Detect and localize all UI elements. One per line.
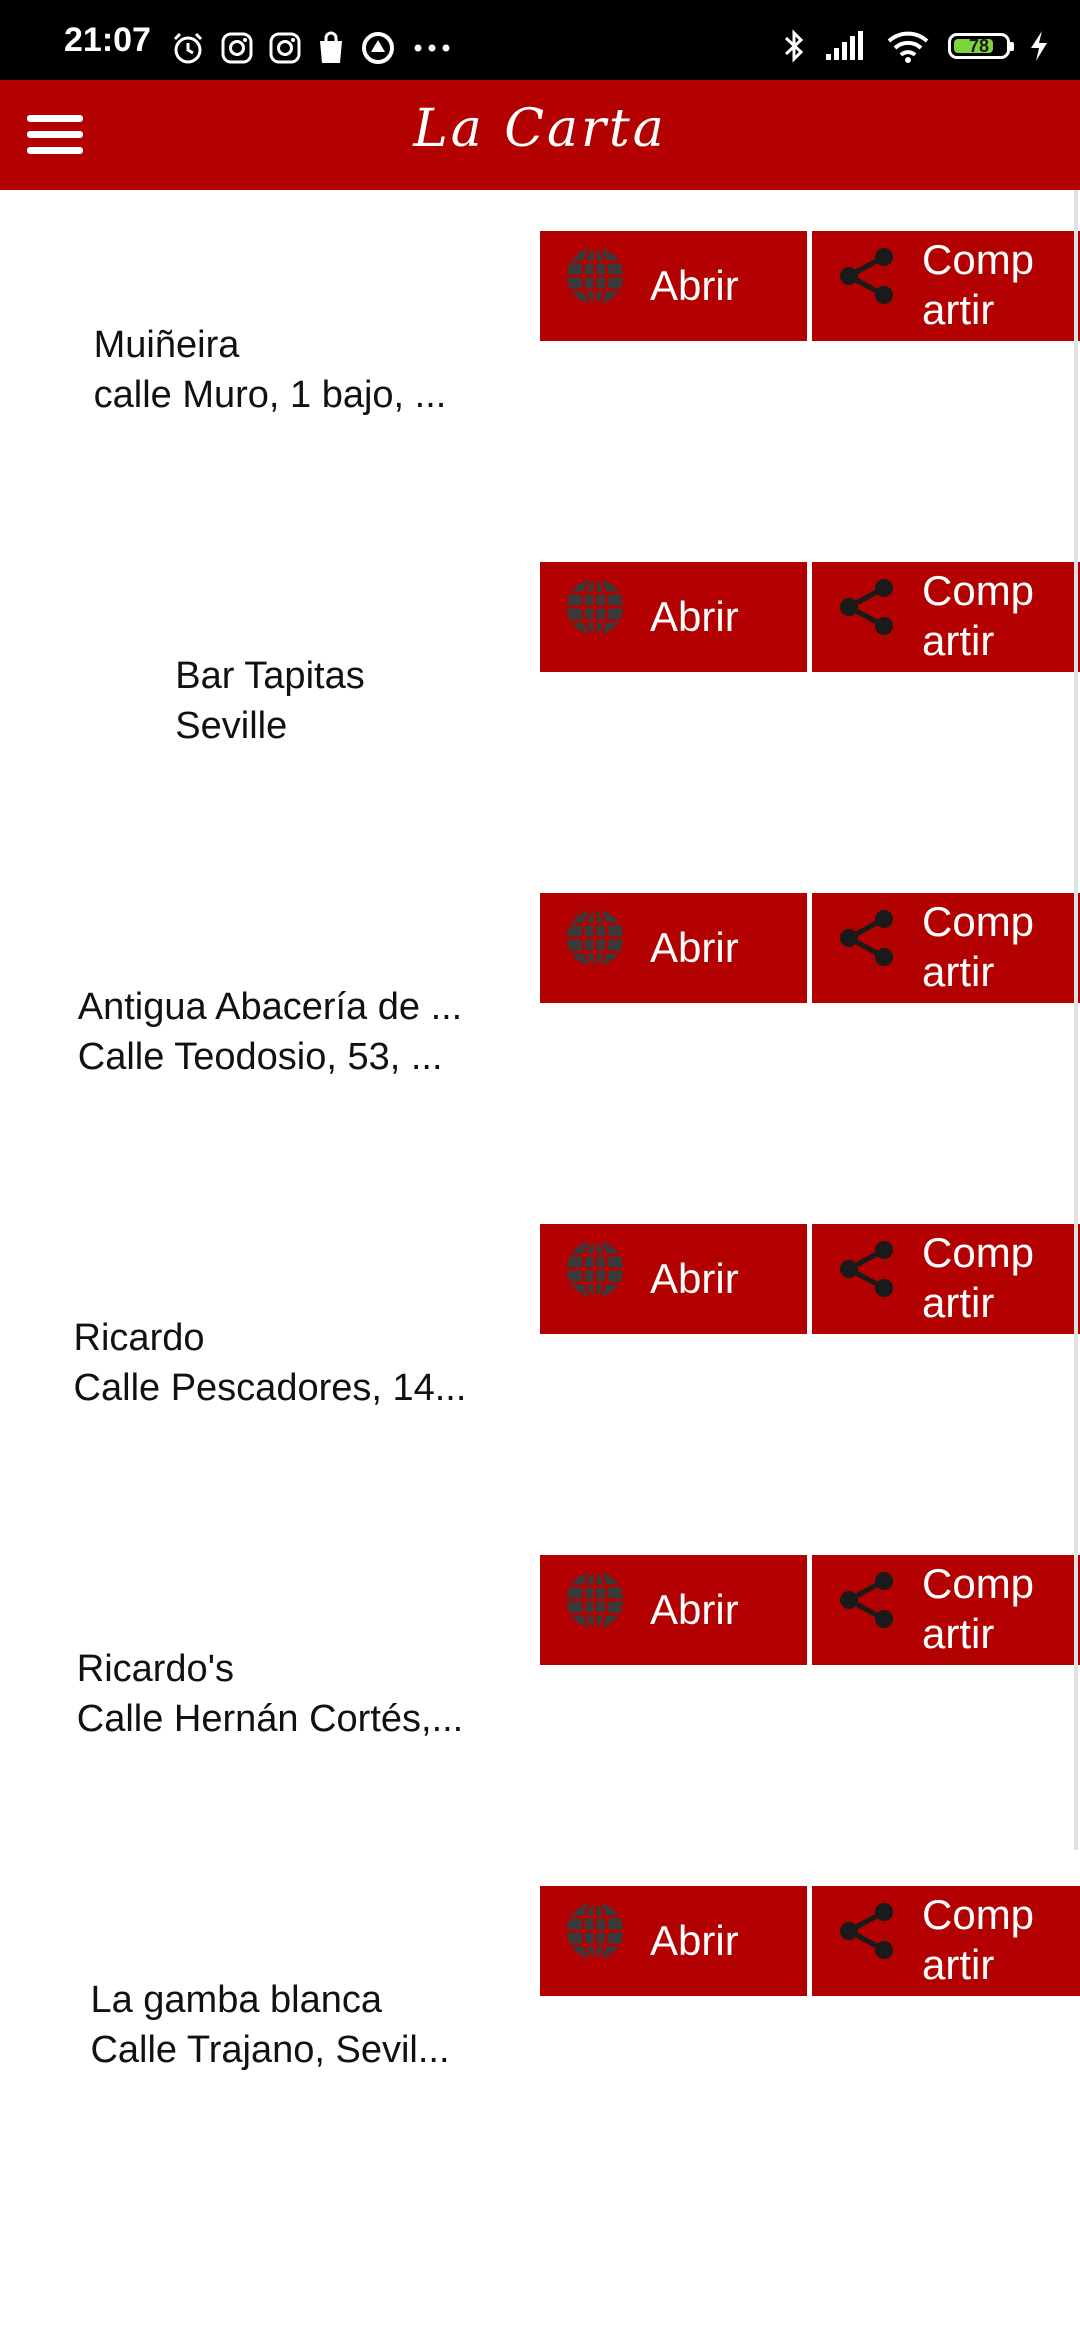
- open-button[interactable]: Abrir: [540, 893, 807, 1003]
- open-label: Abrir: [650, 1917, 739, 1964]
- globe-icon: [567, 246, 623, 306]
- restaurant-text-block: La gamba blanca Calle Trajano, Sevil...: [90, 1975, 449, 2075]
- wifi-icon: [887, 31, 929, 63]
- open-label: Abrir: [650, 262, 739, 309]
- restaurant-text-block: Ricardo Calle Pescadores, 14...: [74, 1313, 467, 1413]
- restaurant-text-block: Bar Tapitas Seville: [175, 651, 364, 751]
- globe-icon: [567, 1239, 623, 1299]
- share-label: Comp artir: [922, 1560, 1035, 1657]
- more-dots-icon: [414, 44, 450, 52]
- globe-icon: [567, 1570, 623, 1630]
- share-button[interactable]: Comp artir: [812, 893, 1080, 1003]
- share-label: Comp artir: [922, 236, 1035, 333]
- restaurant-card: La gamba blanca Calle Trajano, Sevil... A…: [0, 1845, 1080, 2175]
- share-button[interactable]: Comp artir: [812, 231, 1080, 341]
- status-time: 21:07: [64, 21, 151, 59]
- restaurant-name: Bar Tapitas: [175, 655, 365, 697]
- share-button[interactable]: Comp artir: [812, 1886, 1080, 1996]
- share-label: Comp artir: [922, 1229, 1035, 1326]
- restaurant-info[interactable]: Antigua Abacería de ... Calle Teodosio, 5…: [0, 982, 540, 1082]
- restaurant-text-block: Muiñeira calle Muro, 1 bajo, ...: [94, 320, 447, 420]
- restaurant-card: Bar Tapitas Seville Abrir Comp artir: [0, 521, 1080, 851]
- app-icon: [362, 32, 394, 64]
- open-button[interactable]: Abrir: [540, 1886, 807, 1996]
- restaurant-name: Muiñeira: [93, 324, 240, 366]
- globe-icon: [567, 577, 623, 637]
- restaurant-text-block: Antigua Abacería de ... Calle Teodosio, 5…: [78, 982, 463, 1082]
- restaurant-address: calle Muro, 1 bajo, ...: [93, 374, 447, 416]
- signal-icon: [826, 31, 863, 60]
- restaurant-card: Ricardo's Calle Hernán Cortés,... Abrir C…: [0, 1514, 1080, 1844]
- share-button[interactable]: Comp artir: [812, 1555, 1080, 1665]
- globe-icon: [567, 908, 623, 968]
- share-label: Comp artir: [922, 567, 1035, 664]
- restaurant-info[interactable]: Ricardo's Calle Hernán Cortés,...: [0, 1644, 540, 1744]
- restaurant-card: Ricardo Calle Pescadores, 14... Abrir Com…: [0, 1183, 1080, 1513]
- battery-icon: 78: [948, 33, 1014, 59]
- restaurant-address: Calle Pescadores, 14...: [73, 1367, 467, 1409]
- share-label: Comp artir: [922, 1891, 1035, 1988]
- restaurant-name: Ricardo's: [76, 1648, 234, 1690]
- share-button[interactable]: Comp artir: [812, 1224, 1080, 1334]
- open-label: Abrir: [650, 593, 739, 640]
- restaurant-address: Seville: [175, 705, 288, 747]
- open-button[interactable]: Abrir: [540, 231, 807, 341]
- share-icon: [840, 579, 893, 635]
- restaurant-name: La gamba blanca: [90, 1979, 383, 2021]
- share-button[interactable]: Comp artir: [812, 562, 1080, 672]
- charging-icon: [1031, 31, 1047, 61]
- app-title: La Carta: [413, 99, 667, 159]
- open-button[interactable]: Abrir: [540, 1555, 807, 1665]
- open-label: Abrir: [650, 924, 739, 971]
- open-label: Abrir: [650, 1255, 739, 1302]
- restaurant-address: Calle Teodosio, 53, ...: [77, 1036, 443, 1078]
- open-button[interactable]: Abrir: [540, 562, 807, 672]
- restaurant-text-block: Ricardo's Calle Hernán Cortés,...: [77, 1644, 464, 1744]
- restaurant-address: Calle Trajano, Sevil...: [90, 2029, 450, 2071]
- open-label: Abrir: [650, 1586, 739, 1633]
- status-right-icons: 78: [782, 26, 1050, 66]
- app-bar: La Carta: [0, 80, 1080, 190]
- bluetooth-icon: [784, 29, 804, 63]
- restaurant-name: Antigua Abacería de ...: [77, 986, 463, 1028]
- restaurant-name: Ricardo: [73, 1317, 205, 1359]
- scroll-indicator: [1074, 190, 1078, 1850]
- restaurant-card: Muiñeira calle Muro, 1 bajo, ... Abrir Co…: [0, 190, 1080, 520]
- globe-icon: [567, 1901, 623, 1961]
- instagram-icon: [221, 32, 253, 64]
- shopping-bag-icon: [320, 31, 342, 63]
- share-label: Comp artir: [922, 898, 1035, 995]
- share-icon: [840, 1903, 893, 1959]
- share-icon: [840, 248, 893, 304]
- status-left-icons: [170, 28, 454, 68]
- restaurant-card: Antigua Abacería de ... Calle Teodosio, 5…: [0, 852, 1080, 1182]
- restaurant-info[interactable]: La gamba blanca Calle Trajano, Sevil...: [0, 1975, 540, 2075]
- status-bar: 21:07 78: [0, 0, 1080, 80]
- restaurant-info[interactable]: Muiñeira calle Muro, 1 bajo, ...: [0, 320, 540, 420]
- open-button[interactable]: Abrir: [540, 1224, 807, 1334]
- restaurant-info[interactable]: Ricardo Calle Pescadores, 14...: [0, 1313, 540, 1413]
- share-icon: [840, 1241, 893, 1297]
- share-icon: [840, 1572, 893, 1628]
- instagram-icon: [269, 32, 301, 64]
- battery-percent: 78: [968, 36, 990, 56]
- battery-cap: [1010, 42, 1014, 51]
- share-icon: [840, 910, 893, 966]
- alarm-icon: [173, 32, 203, 64]
- restaurant-address: Calle Hernán Cortés,...: [76, 1698, 464, 1740]
- restaurant-info[interactable]: Bar Tapitas Seville: [0, 651, 540, 751]
